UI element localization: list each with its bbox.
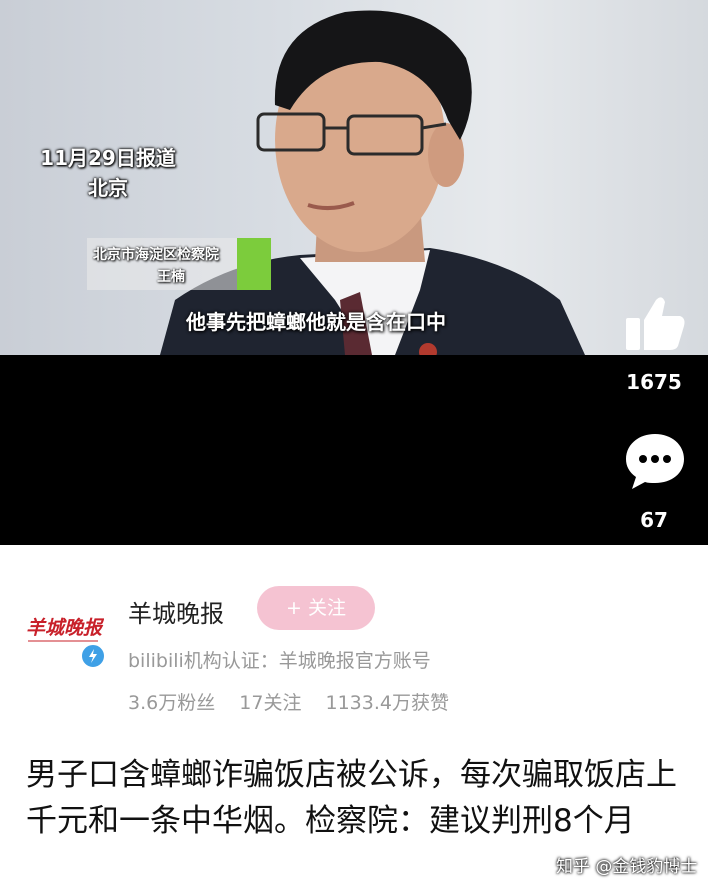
nameplate-org: 北京市海淀区检察院	[93, 247, 219, 263]
post-headline: 男子口含蟑螂诈骗饭店被公诉，每次骗取饭店上千元和一条中华烟。检察院：建议判刑8个…	[26, 757, 677, 839]
account-name[interactable]: 羊城晚报	[128, 594, 224, 629]
nameplate-accent	[237, 238, 271, 290]
comment-button[interactable]	[620, 428, 690, 498]
comment-count: 67	[640, 508, 668, 532]
video-subtitle: 他事先把蟑螂他就是含在口中	[186, 310, 446, 334]
likes-total: 1133.4万获赞	[325, 692, 449, 714]
report-date: 11月29日报道	[40, 146, 176, 170]
comment-bubble-icon	[626, 434, 684, 489]
follow-button[interactable]: + 关注	[257, 586, 375, 630]
nameplate-name: 王楠	[157, 269, 185, 285]
video-frame: 11月29日报道 北京 北京市海淀区检察院 王楠 他事先把蟑螂他就是含在口中	[0, 0, 708, 355]
speaker-nameplate: 北京市海淀区检察院 王楠	[87, 238, 271, 290]
verified-badge-icon	[80, 643, 106, 669]
account-certification: bilibili机构认证：羊城晚报官方账号	[128, 650, 431, 672]
followers-count: 3.6万粉丝	[128, 692, 216, 714]
svg-text:羊城晚报: 羊城晚报	[26, 617, 104, 639]
thumbs-up-icon	[626, 297, 685, 350]
video-player[interactable]: 11月29日报道 北京 北京市海淀区检察院 王楠 他事先把蟑螂他就是含在口中 1…	[0, 0, 708, 545]
report-location: 北京	[88, 176, 128, 200]
like-button[interactable]	[620, 290, 690, 360]
account-stats: 3.6万粉丝 17关注 1133.4万获赞	[128, 688, 467, 715]
like-count: 1675	[626, 370, 682, 394]
zhihu-watermark: 知乎 @金钱豹博士	[556, 857, 698, 877]
following-count: 17关注	[239, 692, 302, 714]
